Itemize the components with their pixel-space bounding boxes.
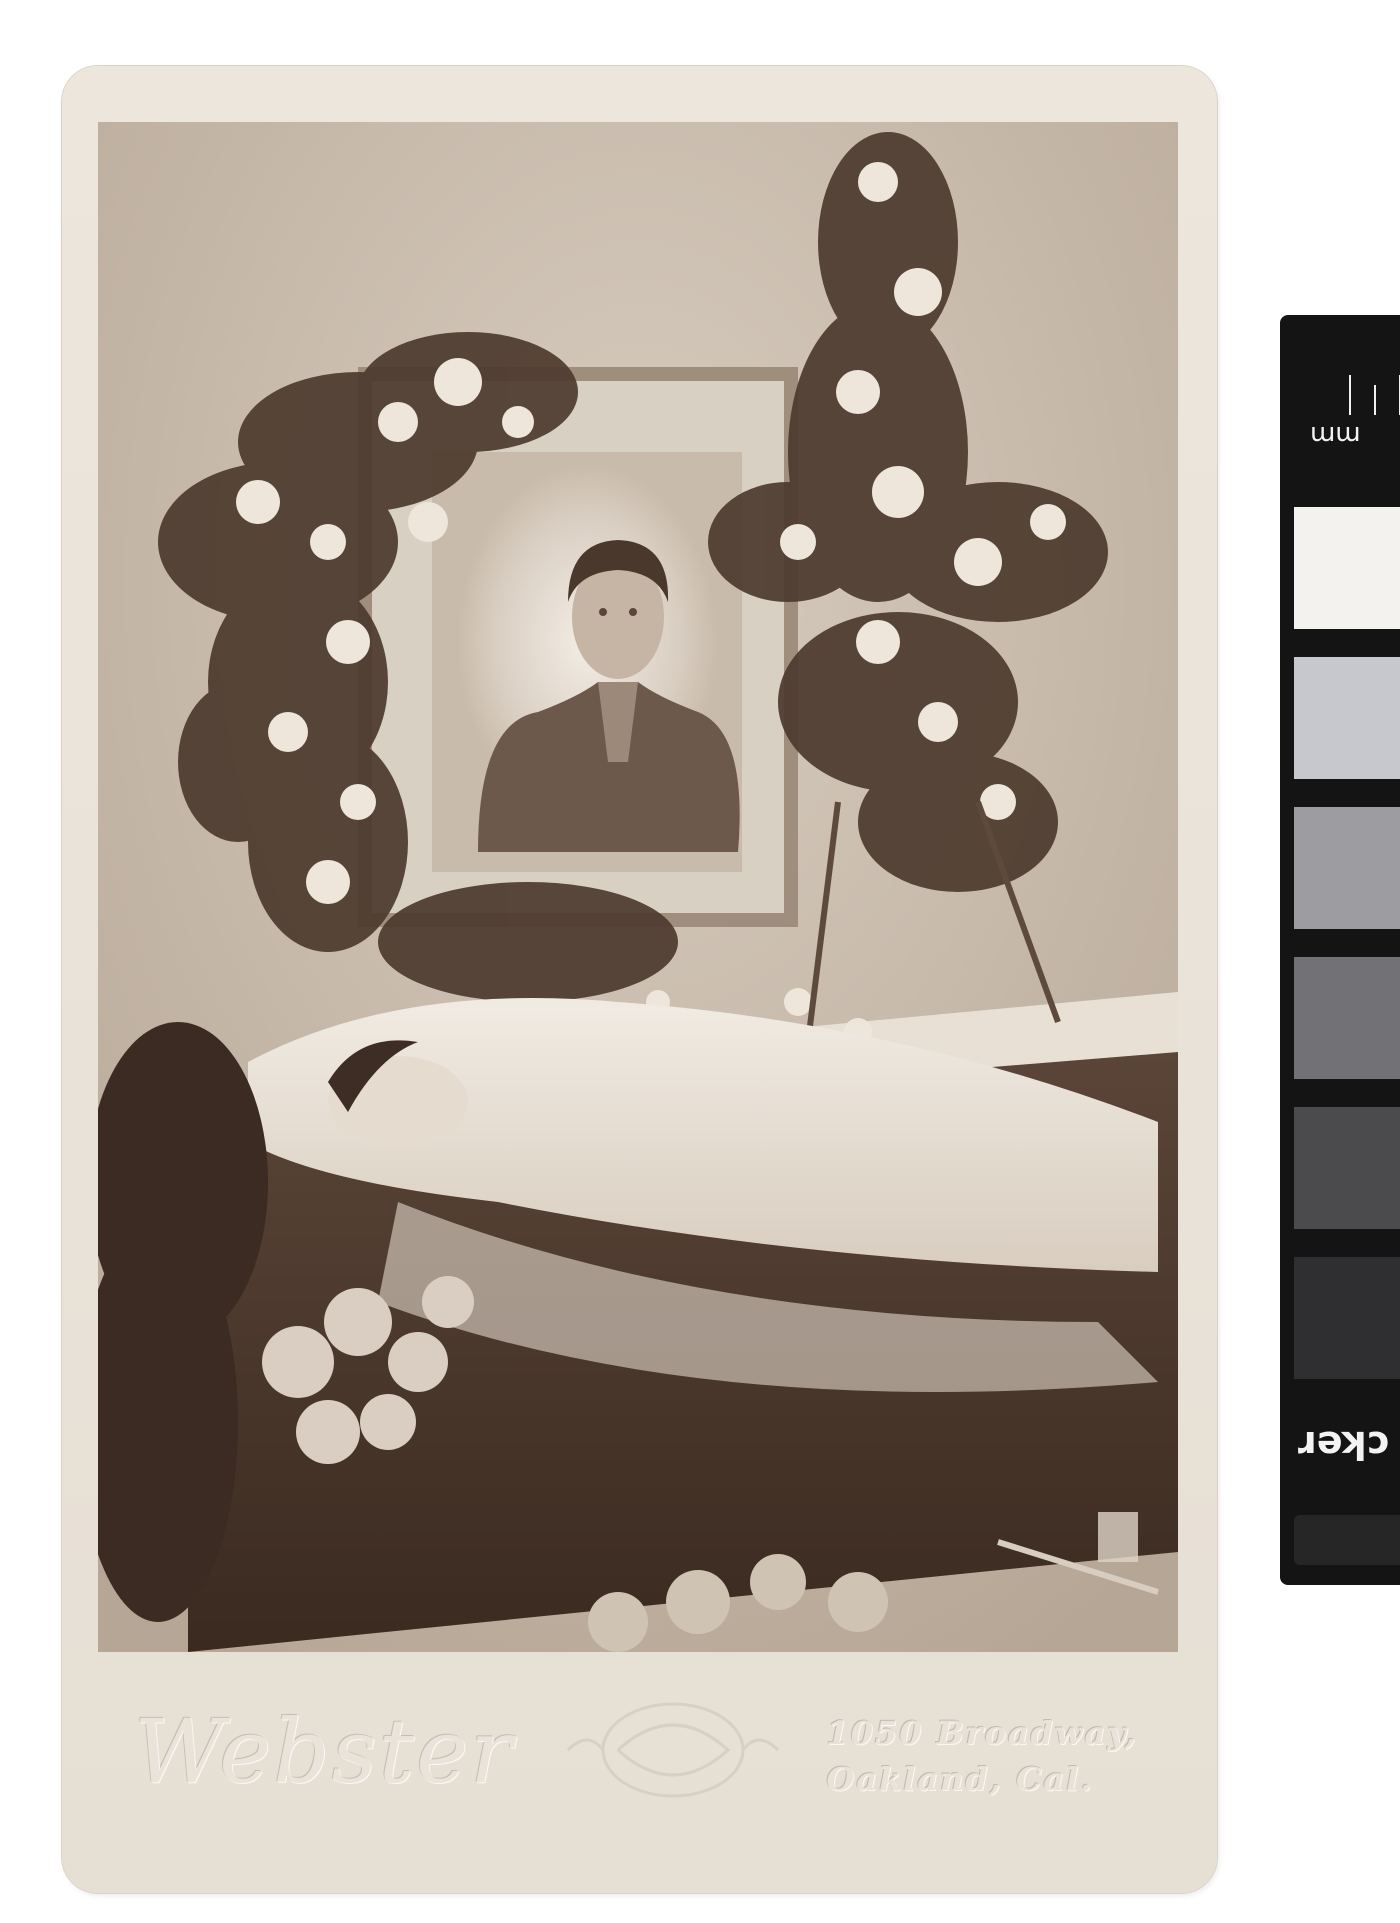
target-foot bbox=[1294, 1515, 1400, 1565]
scale-unit-label: mm bbox=[1310, 420, 1361, 450]
patch-gray bbox=[1294, 957, 1400, 1079]
mm-scale bbox=[1280, 315, 1400, 485]
photographer-address: 1050 Broadway, Oakland, Cal. bbox=[826, 1714, 1138, 1798]
color-target: mm cker bbox=[1280, 315, 1400, 1585]
patch-dark-gray bbox=[1294, 1107, 1400, 1229]
photographer-imprint: Webster 1050 Broadway, Oakland, Cal. bbox=[98, 1680, 1178, 1820]
target-brand-text: cker bbox=[1298, 1423, 1390, 1467]
patch-darker-gray bbox=[1294, 1257, 1400, 1379]
memorial-photograph bbox=[98, 122, 1178, 1652]
patch-light-gray bbox=[1294, 657, 1400, 779]
patch-white bbox=[1294, 507, 1400, 629]
patch-mid-gray bbox=[1294, 807, 1400, 929]
